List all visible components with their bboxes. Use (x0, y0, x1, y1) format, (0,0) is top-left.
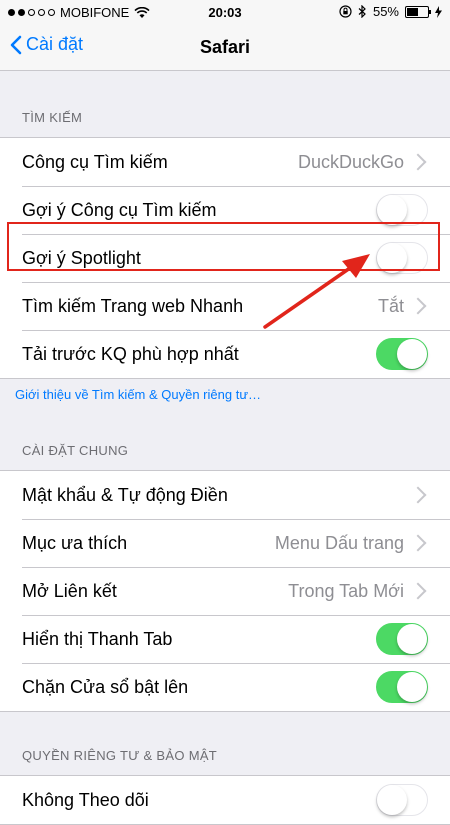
row-label: Hiển thị Thanh Tab (22, 628, 173, 649)
row-label: Chặn Cửa sổ bật lên (22, 676, 189, 697)
chevron-right-icon (409, 582, 427, 600)
charging-bolt-icon (435, 5, 442, 18)
spotlight-suggestions-row: Gợi ý Spotlight (0, 234, 450, 282)
search-privacy-link[interactable]: Giới thiệu về Tìm kiếm & Quyền riêng tư… (0, 379, 450, 407)
row-value: Trong Tab Mới (288, 580, 404, 601)
favorites-row[interactable]: Mục ưa thích Menu Dấu trang (0, 519, 450, 567)
section-header-search: TÌM KIẾM (22, 110, 83, 125)
spotlight-suggestions-toggle[interactable] (376, 242, 428, 274)
row-label: Tải trước KQ phù hợp nhất (22, 343, 239, 364)
general-settings-group: Mật khẩu & Tự động Điền Mục ưa thích Men… (0, 470, 450, 712)
row-value: Menu Dấu trang (274, 532, 404, 553)
search-engine-row[interactable]: Công cụ Tìm kiếm DuckDuckGo (0, 138, 450, 186)
do-not-track-row: Không Theo dõi (0, 776, 450, 824)
status-bar: MOBIFONE 20:03 55% (0, 0, 450, 24)
row-value: Tắt (377, 295, 404, 316)
chevron-right-icon (409, 534, 427, 552)
battery-percent: 55% (372, 4, 399, 19)
navigation-bar: Cài đặt Safari (0, 24, 450, 71)
row-label: Tìm kiếm Trang web Nhanh (22, 295, 244, 316)
bluetooth-icon (358, 5, 366, 18)
row-label: Công cụ Tìm kiếm (22, 151, 168, 172)
privacy-settings-group: Không Theo dõi (0, 775, 450, 825)
open-links-row[interactable]: Mở Liên kết Trong Tab Mới (0, 567, 450, 615)
chevron-right-icon (409, 486, 427, 504)
battery-icon (405, 5, 431, 18)
quick-website-search-row[interactable]: Tìm kiếm Trang web Nhanh Tắt (0, 282, 450, 330)
preload-top-hit-toggle[interactable] (376, 338, 428, 370)
row-label: Mục ưa thích (22, 532, 128, 553)
preload-top-hit-row: Tải trước KQ phù hợp nhất (0, 330, 450, 378)
status-right: 55% (339, 4, 442, 19)
chevron-right-icon (409, 153, 427, 171)
row-value: DuckDuckGo (297, 151, 404, 172)
search-settings-group: Công cụ Tìm kiếm DuckDuckGo Gợi ý Công c… (0, 137, 450, 379)
rotation-lock-icon (339, 5, 352, 18)
section-header-privacy: QUYỀN RIÊNG TƯ & BẢO MẬT (22, 748, 218, 763)
block-popups-toggle[interactable] (376, 671, 428, 703)
show-tab-bar-toggle[interactable] (376, 623, 428, 655)
section-header-general: CÀI ĐẶT CHUNG (22, 443, 129, 458)
row-label: Gợi ý Spotlight (22, 247, 141, 268)
show-tab-bar-row: Hiển thị Thanh Tab (0, 615, 450, 663)
search-engine-suggestions-row: Gợi ý Công cụ Tìm kiếm (0, 186, 450, 234)
search-engine-suggestions-toggle[interactable] (376, 194, 428, 226)
passwords-autofill-row[interactable]: Mật khẩu & Tự động Điền (0, 471, 450, 519)
row-label: Gợi ý Công cụ Tìm kiếm (22, 199, 217, 220)
row-label: Mở Liên kết (22, 580, 117, 601)
row-label: Mật khẩu & Tự động Điền (22, 484, 228, 505)
row-label: Không Theo dõi (22, 789, 149, 810)
do-not-track-toggle[interactable] (376, 784, 428, 816)
page-title: Safari (199, 37, 251, 57)
chevron-right-icon (409, 297, 427, 315)
block-popups-row: Chặn Cửa sổ bật lên (0, 663, 450, 711)
